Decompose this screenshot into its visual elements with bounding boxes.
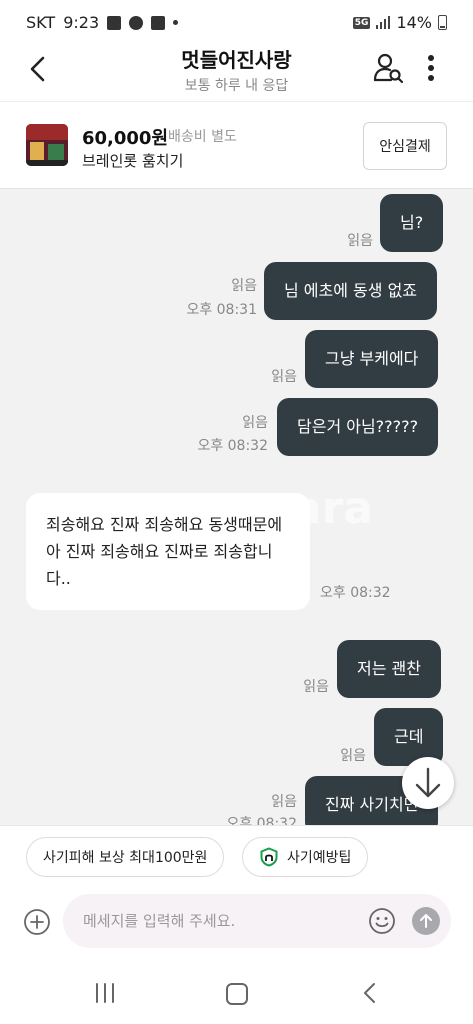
user-search-icon[interactable] bbox=[372, 52, 404, 84]
message-input[interactable] bbox=[83, 894, 353, 948]
signal-icon bbox=[376, 16, 391, 29]
compensation-chip[interactable]: 사기피해 보상 최대100만원 bbox=[26, 837, 225, 877]
outgoing-message-bubble[interactable]: 그냥 부케에다 bbox=[305, 330, 439, 388]
system-back-icon[interactable] bbox=[358, 981, 382, 1005]
read-receipt: 읽음 bbox=[303, 679, 329, 695]
product-name: 브레인롯 훔치기 bbox=[82, 152, 184, 170]
arrow-up-icon[interactable] bbox=[412, 907, 440, 935]
more-vertical-icon[interactable] bbox=[419, 52, 443, 84]
chat-area[interactable]: ara 님? 읽음 님 에초에 동생 없죠 읽음 오후 08:31 그냥 부케에… bbox=[0, 189, 473, 825]
battery-percent: 14% bbox=[396, 13, 432, 32]
outgoing-message-bubble[interactable]: 님 에초에 동생 없죠 bbox=[264, 262, 438, 320]
read-receipt: 읽음 bbox=[347, 233, 373, 249]
recent-apps-icon[interactable] bbox=[93, 983, 117, 1003]
compensation-chip-label: 사기피해 보상 최대100만원 bbox=[43, 850, 208, 866]
read-receipt: 읽음 bbox=[271, 794, 297, 810]
fraud-tips-chip[interactable]: 사기예방팁 bbox=[242, 837, 369, 877]
home-icon[interactable] bbox=[226, 983, 248, 1005]
read-receipt: 읽음 bbox=[242, 415, 268, 431]
carrier-label: SKT bbox=[26, 13, 56, 32]
message-timestamp: 오후 08:32 bbox=[320, 585, 391, 601]
app-notification-icon bbox=[151, 15, 166, 30]
battery-icon bbox=[438, 15, 447, 30]
read-receipt: 읽음 bbox=[271, 369, 297, 385]
outgoing-message-bubble[interactable]: 저는 괜찬 bbox=[337, 640, 441, 698]
safe-payment-button[interactable]: 안심결제 bbox=[363, 122, 447, 170]
product-price: 60,000원 bbox=[82, 128, 169, 149]
product-bar: 60,000원 배송비 별도 브레인롯 훔치기 안심결제 bbox=[0, 101, 473, 189]
plus-circle-icon[interactable] bbox=[23, 908, 51, 936]
product-thumbnail[interactable] bbox=[26, 124, 68, 166]
clock: 9:23 bbox=[63, 13, 100, 32]
shield-icon bbox=[260, 847, 278, 867]
read-receipt: 읽음 bbox=[231, 278, 257, 294]
incoming-message-bubble[interactable]: 죄송해요 진짜 죄송해요 동생때문에 아 진짜 죄송해요 진짜로 죄송합니다.. bbox=[26, 493, 310, 610]
outgoing-message-bubble[interactable]: 님? bbox=[380, 194, 444, 252]
chat-header: 멋들어진사랑 보통 하루 내 응답 bbox=[0, 44, 473, 101]
network-icon: 5G bbox=[352, 16, 371, 29]
arrow-down-icon[interactable] bbox=[402, 757, 454, 809]
system-nav-bar bbox=[0, 962, 473, 1024]
more-notifications-icon bbox=[173, 20, 179, 25]
outgoing-message-bubble[interactable]: 담은거 아님????? bbox=[277, 398, 439, 456]
message-timestamp: 오후 08:31 bbox=[186, 302, 257, 318]
status-bar: SKT 9:23 5G 14% bbox=[0, 0, 473, 44]
smile-icon[interactable] bbox=[368, 907, 396, 935]
gallery-notification-icon bbox=[107, 15, 122, 30]
read-receipt: 읽음 bbox=[340, 748, 366, 764]
message-timestamp: 오후 08:32 bbox=[226, 816, 297, 825]
message-input-box[interactable] bbox=[63, 894, 451, 948]
message-timestamp: 오후 08:32 bbox=[197, 438, 268, 454]
fraud-tips-label: 사기예방팁 bbox=[287, 850, 352, 866]
alert-notification-icon bbox=[129, 15, 144, 30]
shipping-note: 배송비 별도 bbox=[168, 129, 237, 145]
